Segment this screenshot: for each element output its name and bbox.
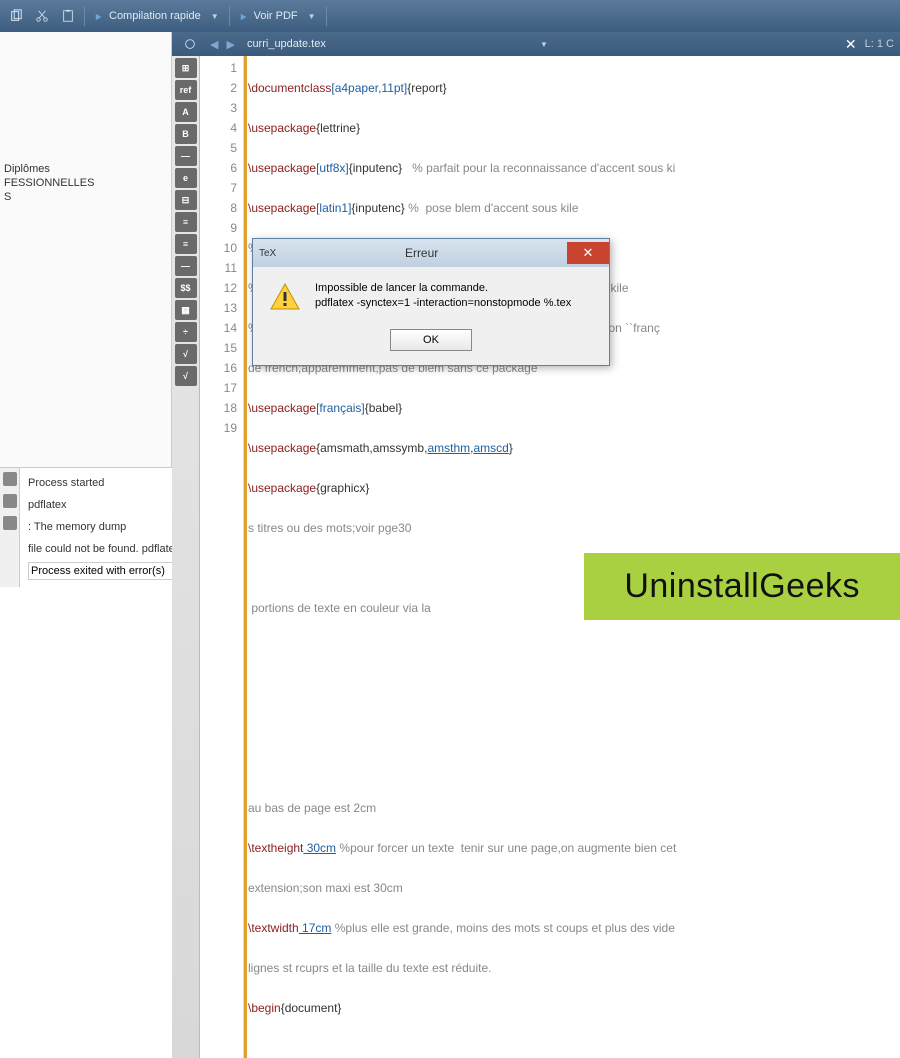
- sync-icon[interactable]: [178, 32, 202, 56]
- toolbar-icon[interactable]: B: [175, 124, 197, 144]
- cut-icon[interactable]: [30, 4, 54, 28]
- close-icon[interactable]: ✕: [567, 242, 609, 264]
- chevron-down-icon[interactable]: ▼: [308, 12, 316, 21]
- cursor-position: L: 1 C: [865, 38, 894, 50]
- toolbar-icon[interactable]: A: [175, 102, 197, 122]
- toolbar-icon[interactable]: ⊟: [175, 190, 197, 210]
- output-tab-icon[interactable]: [3, 472, 17, 486]
- toolbar-icon[interactable]: —: [175, 146, 197, 166]
- toolbar-icon[interactable]: e: [175, 168, 197, 188]
- error-dialog: TeX Erreur ✕ Impossible de lancer la com…: [252, 238, 610, 366]
- dialog-app-icon: TeX: [259, 248, 276, 259]
- compile-button[interactable]: Compilation rapide ▼: [89, 4, 225, 28]
- dialog-message: pdflatex -synctex=1 -interaction=nonstop…: [315, 296, 571, 311]
- dialog-message: Impossible de lancer la commande.: [315, 281, 571, 296]
- toolbar-icon[interactable]: ref: [175, 80, 197, 100]
- tab-bar: ◀ ▶ curri_update.tex ▼ ✕ L: 1 C: [172, 32, 900, 56]
- dialog-title: Erreur: [276, 246, 567, 260]
- watermark: UninstallGeeks: [584, 553, 900, 620]
- structure-panel: Diplômes FESSIONNELLES S: [0, 32, 172, 467]
- compile-label: Compilation rapide: [109, 10, 201, 22]
- structure-item[interactable]: Diplômes: [0, 162, 171, 176]
- tab-filename[interactable]: curri_update.tex: [243, 38, 528, 50]
- view-pdf-label: Voir PDF: [254, 10, 298, 22]
- toolbar-icon[interactable]: —: [175, 256, 197, 276]
- toolbar-icon[interactable]: $$: [175, 278, 197, 298]
- output-tab-icon[interactable]: [3, 516, 17, 530]
- warning-icon: [269, 281, 301, 313]
- view-pdf-button[interactable]: Voir PDF ▼: [234, 4, 322, 28]
- output-tab-icon[interactable]: [3, 494, 17, 508]
- toolbar-icon[interactable]: ⊞: [175, 58, 197, 78]
- structure-item[interactable]: S: [0, 190, 171, 204]
- line-gutter: 12345678910111213141516171819: [200, 56, 244, 1058]
- nav-back-icon[interactable]: ◀: [210, 38, 218, 51]
- tab-close-icon[interactable]: ✕: [845, 36, 857, 53]
- paste-icon[interactable]: [56, 4, 80, 28]
- chevron-down-icon[interactable]: ▼: [211, 12, 219, 21]
- toolbar-icon[interactable]: ▦: [175, 300, 197, 320]
- toolbar-icon[interactable]: ≡: [175, 212, 197, 232]
- toolbar-icon[interactable]: √: [175, 366, 197, 386]
- top-toolbar: Compilation rapide ▼ Voir PDF ▼: [0, 0, 900, 32]
- structure-item[interactable]: FESSIONNELLES: [0, 176, 171, 190]
- toolbar-icon[interactable]: √: [175, 344, 197, 364]
- copy-icon[interactable]: [4, 4, 28, 28]
- tab-dropdown-icon[interactable]: ▼: [540, 40, 548, 49]
- toolbar-icon[interactable]: ≡: [175, 234, 197, 254]
- nav-fwd-icon[interactable]: ▶: [226, 38, 234, 51]
- symbol-toolbar: ⊞ ref A B — e ⊟ ≡ ≡ — $$ ▦ ÷ √ √: [172, 56, 200, 1058]
- toolbar-icon[interactable]: ÷: [175, 322, 197, 342]
- ok-button[interactable]: OK: [390, 329, 472, 351]
